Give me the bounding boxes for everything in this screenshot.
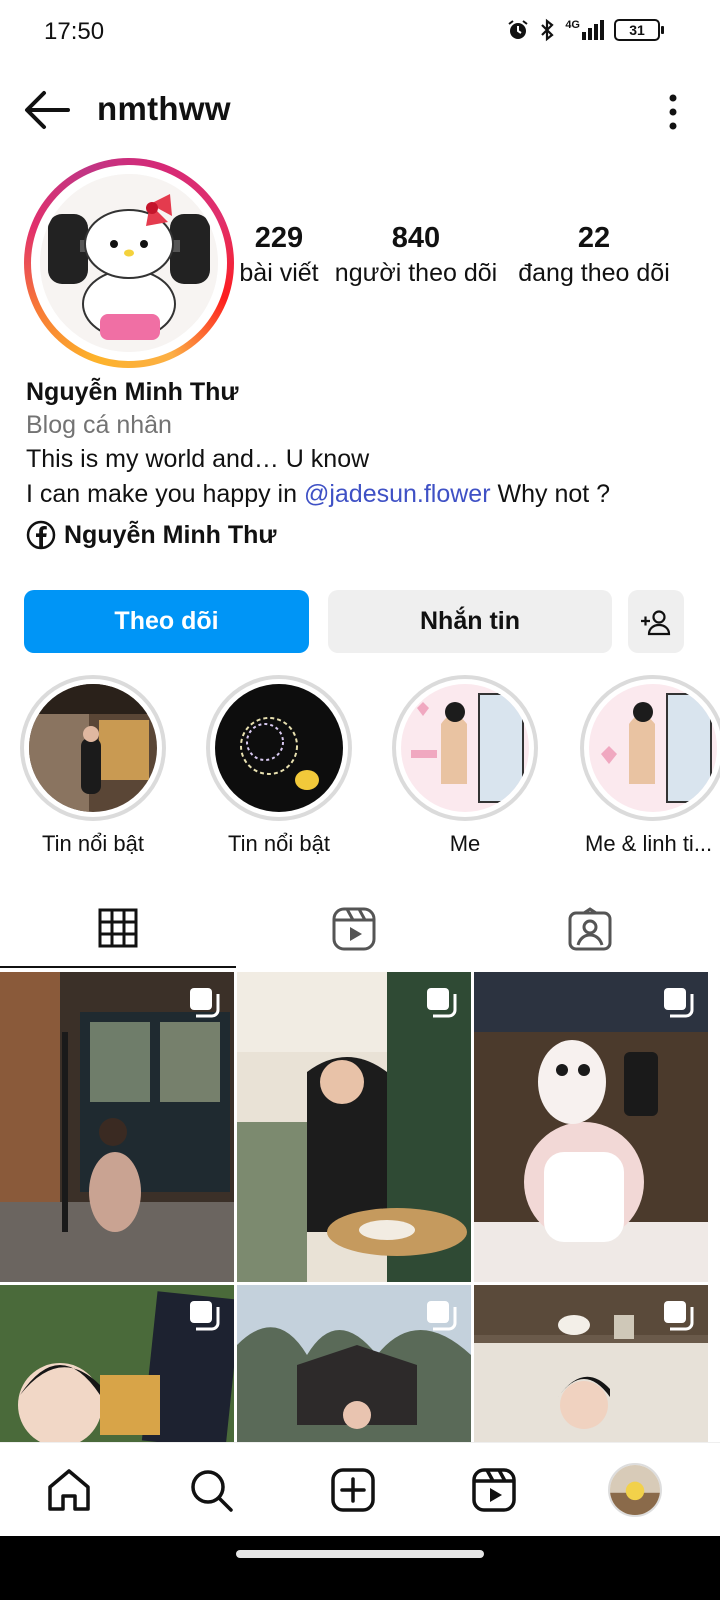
nav-home[interactable] <box>44 1465 94 1515</box>
following-label: đang theo dõi <box>518 259 670 287</box>
tab-posts-grid[interactable] <box>0 890 236 968</box>
bottom-navigation <box>0 1442 720 1536</box>
carousel-icon <box>190 1301 220 1331</box>
signal-icon: 4G <box>565 20 604 40</box>
bluetooth-icon <box>541 18 554 42</box>
highlight-cover <box>215 684 343 812</box>
profile-actions: Theo dõi Nhắn tin <box>24 590 684 653</box>
followers-label: người theo dõi <box>334 259 498 287</box>
nav-profile-avatar[interactable] <box>608 1463 662 1517</box>
create-post-icon <box>331 1468 375 1512</box>
post-thumbnail[interactable] <box>474 1285 708 1442</box>
bio-mention-link[interactable]: @jadesun.flower <box>304 480 491 508</box>
home-gesture-pill[interactable] <box>236 1550 484 1558</box>
highlight-label: Me & linh ti... <box>585 831 713 856</box>
bio-line-2-end: Why not ? <box>490 480 611 508</box>
system-navigation-bar <box>0 1536 720 1600</box>
highlight-cover <box>401 684 529 812</box>
tab-reels[interactable] <box>236 890 472 968</box>
bio-line-2-text: I can make you happy in <box>26 480 304 508</box>
status-icons: 4G 31 <box>507 18 664 42</box>
post-thumbnail[interactable] <box>0 972 234 1282</box>
post-thumbnail[interactable] <box>237 972 471 1282</box>
profile-name: Nguyễn Minh Thư <box>26 378 239 406</box>
reels-icon <box>332 907 376 951</box>
profile-bio: Nguyễn Minh Thư Blog cá nhân This is my … <box>26 376 706 550</box>
posts-count[interactable]: 229 bài viết <box>234 222 324 288</box>
highlight-label: Tin nổi bật <box>42 831 144 856</box>
posts-label: bài viết <box>239 259 319 287</box>
highlight-item[interactable]: Me <box>375 675 555 857</box>
search-icon <box>191 1470 233 1512</box>
facebook-icon <box>26 520 56 550</box>
highlight-label: Me <box>449 831 481 856</box>
network-type: 4G <box>565 19 580 31</box>
carousel-icon <box>664 988 694 1018</box>
status-time: 17:50 <box>44 18 105 45</box>
bio-line-2: I can make you happy in @jadesun.flower … <box>26 477 706 512</box>
carousel-icon <box>427 988 457 1018</box>
posts-value: 229 <box>254 222 304 254</box>
add-person-icon <box>641 609 671 635</box>
nav-reels[interactable] <box>469 1465 519 1515</box>
story-highlights: Tin nổi bật Tin nổi bật Me Me & linh ti.… <box>0 675 720 865</box>
more-vertical-icon[interactable] <box>666 92 680 132</box>
nav-create[interactable] <box>328 1465 378 1515</box>
profile-stats: 229 bài viết 840 người theo dõi 22 đang … <box>234 222 694 312</box>
grid-icon <box>98 908 138 948</box>
message-button[interactable]: Nhắn tin <box>328 590 612 653</box>
highlight-item[interactable]: Me & linh ti... <box>561 675 720 857</box>
following-count[interactable]: 22 đang theo dõi <box>510 222 678 288</box>
back-arrow-icon[interactable] <box>22 88 72 132</box>
followers-value: 840 <box>391 222 441 254</box>
battery-indicator: 31 <box>614 19 664 41</box>
profile-header: nmthww <box>0 74 720 148</box>
carousel-icon <box>190 988 220 1018</box>
carousel-icon <box>664 1301 694 1331</box>
highlight-label: Tin nổi bật <box>228 831 330 856</box>
bio-line-1: This is my world and… U know <box>26 445 370 473</box>
facebook-link[interactable]: Nguyễn Minh Thư <box>26 520 706 550</box>
post-thumbnail[interactable] <box>0 1285 234 1442</box>
highlight-cover <box>589 684 717 812</box>
tab-tagged[interactable] <box>472 890 708 968</box>
following-value: 22 <box>577 222 611 254</box>
highlight-cover <box>29 684 157 812</box>
home-icon <box>48 1469 90 1511</box>
highlight-item[interactable]: Tin nổi bật <box>3 675 183 857</box>
post-thumbnail[interactable] <box>474 972 708 1282</box>
status-bar: 17:50 4G 31 <box>0 0 720 64</box>
nav-search[interactable] <box>186 1465 236 1515</box>
tagged-icon <box>568 907 612 951</box>
reels-icon <box>472 1468 516 1512</box>
post-thumbnail[interactable] <box>237 1285 471 1442</box>
highlight-item[interactable]: Tin nổi bật <box>189 675 369 857</box>
profile-category: Blog cá nhân <box>26 411 172 439</box>
alarm-icon <box>508 20 528 39</box>
username-title: nmthww <box>97 90 231 127</box>
follow-button[interactable]: Theo dõi <box>24 590 309 653</box>
posts-grid <box>0 972 720 1442</box>
profile-tabs <box>0 890 720 970</box>
profile-thumbnail <box>610 1465 660 1515</box>
suggest-people-button[interactable] <box>628 590 684 653</box>
profile-avatar[interactable] <box>24 158 234 368</box>
avatar-image <box>40 174 218 352</box>
carousel-icon <box>427 1301 457 1331</box>
followers-count[interactable]: 840 người theo dõi <box>326 222 506 288</box>
facebook-link-label: Nguyễn Minh Thư <box>64 520 277 549</box>
